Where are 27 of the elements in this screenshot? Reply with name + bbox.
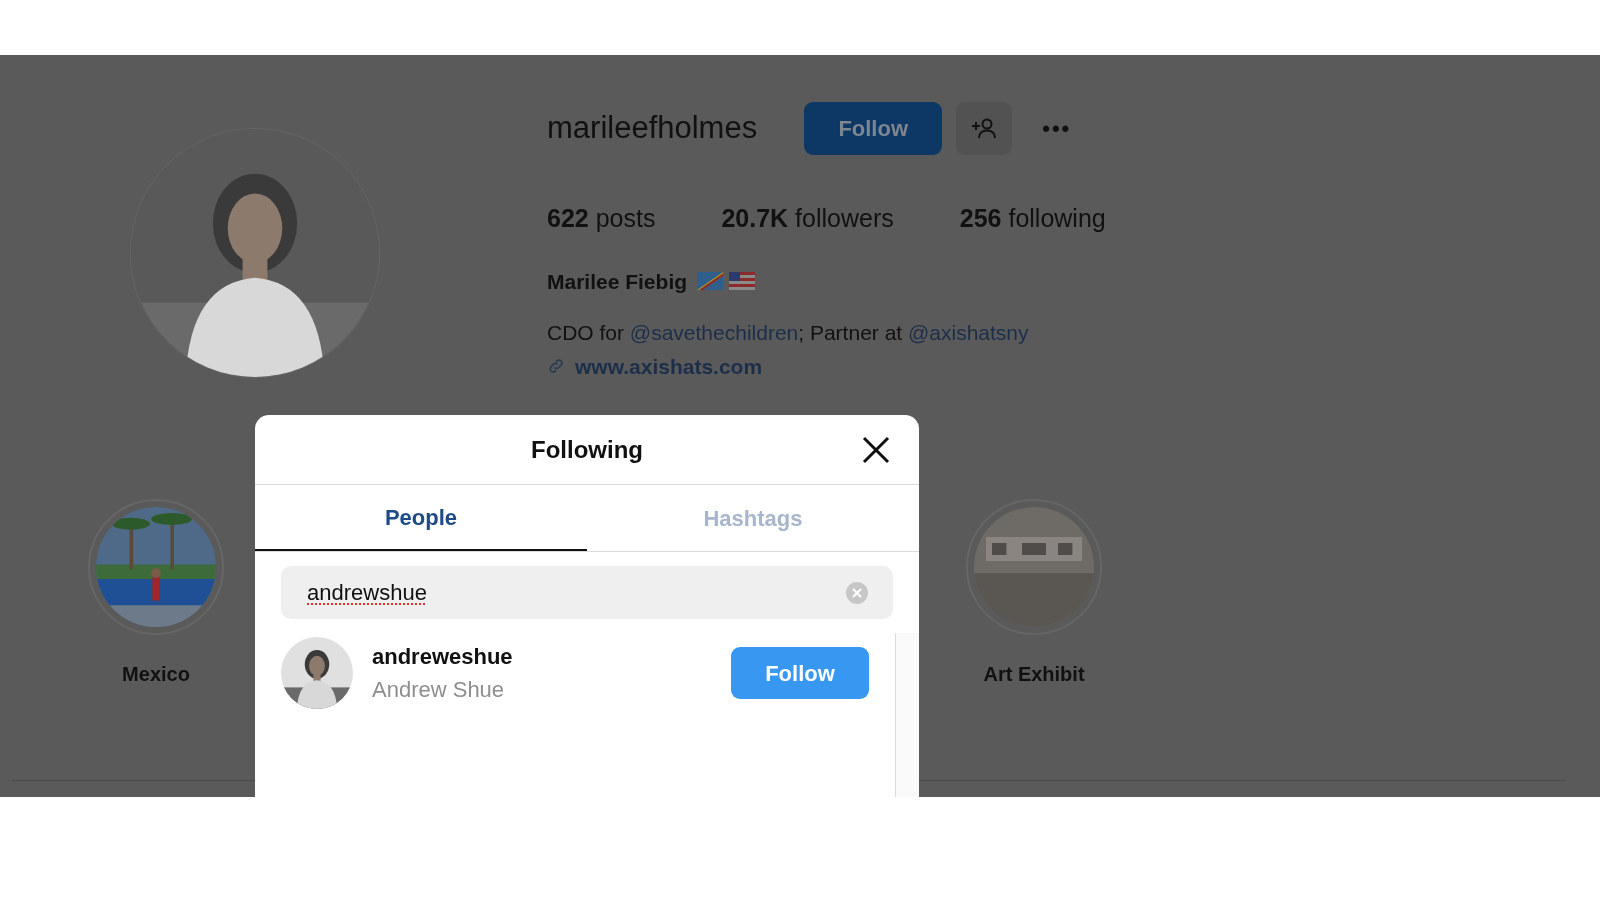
mention-link[interactable]: @axishatsny — [908, 321, 1029, 344]
more-options[interactable]: ••• — [1042, 111, 1072, 145]
profile-stat[interactable]: 256 following — [959, 200, 1106, 238]
result-username[interactable]: andreweshue — [372, 640, 731, 673]
mention-link[interactable]: @savethechildren — [629, 321, 799, 344]
follow-button[interactable]: Follow — [804, 101, 943, 155]
dialog-tab[interactable]: People — [255, 485, 587, 551]
dialog-tab[interactable]: Hashtags — [587, 485, 919, 551]
website-link[interactable]: www.axishats.com — [575, 350, 763, 382]
search-field[interactable]: andrewshue — [281, 566, 893, 619]
result-name: Andrew Shue — [372, 676, 506, 704]
link-icon — [547, 357, 565, 376]
follow-button[interactable]: Follow — [731, 647, 869, 699]
suggest-button[interactable] — [956, 101, 1013, 155]
close-icon — [862, 436, 890, 464]
clear-icon[interactable] — [845, 581, 869, 605]
flag-icon — [697, 272, 724, 291]
profile-stat: 622 posts — [547, 203, 656, 234]
highlight-label[interactable]: Mexico — [122, 659, 190, 689]
dialog-title: Following — [531, 434, 643, 465]
flag-icon — [729, 272, 756, 291]
highlight-label[interactable]: Art Exhibit — [983, 659, 1085, 689]
full-name: Marilee Fiebig — [547, 268, 688, 295]
profile-username: marileefholmes — [547, 108, 758, 147]
profile-stat[interactable]: 20.7K followers — [721, 200, 894, 238]
add-person-icon — [971, 117, 998, 139]
bio-text: CDO for @savethechildren; Partner at @axishatsny — [547, 320, 1030, 346]
